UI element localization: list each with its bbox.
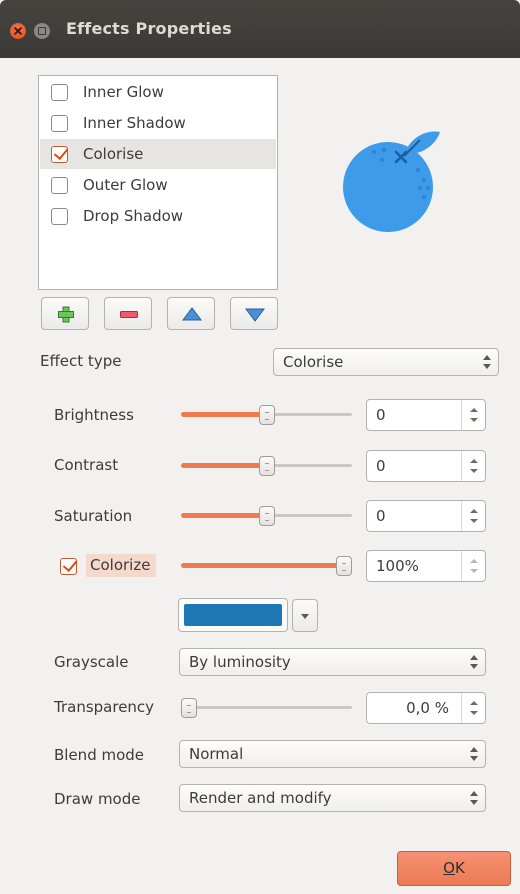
close-icon[interactable] xyxy=(10,23,26,39)
updown-arrows-icon xyxy=(483,355,491,369)
brightness-value: 0 xyxy=(376,406,386,424)
grayscale-value: By luminosity xyxy=(189,653,291,671)
add-effect-button[interactable] xyxy=(41,297,89,330)
colorize-label[interactable]: Colorize xyxy=(86,554,157,577)
slider-track xyxy=(181,706,352,709)
slider-handle[interactable] xyxy=(181,698,197,718)
saturation-value: 0 xyxy=(376,507,386,525)
ok-accelerator: O xyxy=(443,859,455,877)
draw-mode-label: Draw mode xyxy=(54,790,141,808)
list-item-drop-shadow[interactable]: Drop Shadow xyxy=(40,201,276,231)
preview-fruit-icon xyxy=(343,131,440,232)
slider-fill xyxy=(181,463,267,468)
slider-handle[interactable] xyxy=(259,405,275,425)
drop-shadow-checkbox[interactable] xyxy=(51,208,68,225)
colorize-strength-slider[interactable] xyxy=(181,555,352,576)
brightness-spinbox[interactable]: 0 xyxy=(366,399,486,431)
list-item-outer-glow[interactable]: Outer Glow xyxy=(40,170,276,200)
slider-fill xyxy=(181,513,267,518)
effect-preview xyxy=(338,122,448,237)
list-item-label: Inner Shadow xyxy=(83,114,186,132)
list-item-inner-shadow[interactable]: Inner Shadow xyxy=(40,108,276,138)
colorize-strength-spinbox[interactable]: 100% xyxy=(366,550,486,582)
spin-arrows-icon[interactable] xyxy=(461,693,485,723)
saturation-label: Saturation xyxy=(54,507,133,525)
spin-arrows-icon[interactable] xyxy=(461,501,485,531)
move-down-icon xyxy=(245,308,265,322)
transparency-label: Transparency xyxy=(54,698,155,716)
add-icon xyxy=(58,306,74,323)
effects-properties-dialog: Effects Properties Inner Glow Inner Shad… xyxy=(0,0,520,894)
updown-arrows-icon xyxy=(470,791,478,805)
contrast-value: 0 xyxy=(376,457,386,475)
effect-type-combo[interactable]: Colorise xyxy=(273,348,499,376)
color-swatch xyxy=(184,604,282,626)
spin-arrows-icon[interactable] xyxy=(461,400,485,430)
slider-handle[interactable] xyxy=(259,506,275,526)
transparency-value: 0,0 % xyxy=(406,699,449,717)
updown-arrows-icon xyxy=(470,655,478,669)
draw-mode-value: Render and modify xyxy=(189,789,332,807)
title-bar: Effects Properties xyxy=(0,0,520,58)
inner-glow-checkbox[interactable] xyxy=(51,84,68,101)
brightness-label: Brightness xyxy=(54,406,134,424)
saturation-spinbox[interactable]: 0 xyxy=(366,500,486,532)
transparency-slider[interactable] xyxy=(181,697,352,718)
contrast-label: Contrast xyxy=(54,456,119,474)
slider-handle[interactable] xyxy=(336,556,352,576)
draw-mode-combo[interactable]: Render and modify xyxy=(179,784,486,812)
color-button[interactable] xyxy=(178,598,288,632)
updown-arrows-icon xyxy=(470,747,478,761)
move-up-button[interactable] xyxy=(167,297,215,330)
contrast-spinbox[interactable]: 0 xyxy=(366,450,486,482)
contrast-slider[interactable] xyxy=(181,455,352,476)
remove-effect-button[interactable] xyxy=(104,297,152,330)
slider-fill xyxy=(181,563,344,568)
color-menu-button[interactable] xyxy=(292,599,318,632)
blend-mode-value: Normal xyxy=(189,745,244,763)
inner-shadow-checkbox[interactable] xyxy=(51,115,68,132)
ok-button[interactable]: OK xyxy=(397,851,511,886)
saturation-slider[interactable] xyxy=(181,505,352,526)
list-item-label: Drop Shadow xyxy=(83,207,184,225)
minimize-icon[interactable] xyxy=(34,23,50,39)
list-item-label: Colorise xyxy=(83,145,144,163)
effect-type-value: Colorise xyxy=(283,353,344,371)
effects-list[interactable]: Inner Glow Inner Shadow Colorise Outer G… xyxy=(38,75,278,290)
spin-arrows-icon[interactable] xyxy=(461,551,485,581)
grayscale-label: Grayscale xyxy=(54,653,129,671)
slider-fill xyxy=(181,412,267,417)
colorize-checkbox[interactable] xyxy=(60,558,77,575)
effect-type-label: Effect type xyxy=(40,352,122,370)
transparency-spinbox[interactable]: 0,0 % xyxy=(366,692,486,724)
list-item-label: Outer Glow xyxy=(83,176,168,194)
grayscale-combo[interactable]: By luminosity xyxy=(179,648,486,676)
move-up-icon xyxy=(182,307,202,321)
list-item-inner-glow[interactable]: Inner Glow xyxy=(40,77,276,107)
list-item-colorise[interactable]: Colorise xyxy=(40,139,276,169)
colorize-strength-value: 100% xyxy=(376,557,419,575)
colorise-checkbox[interactable] xyxy=(51,146,68,163)
brightness-slider[interactable] xyxy=(181,404,352,425)
slider-handle[interactable] xyxy=(259,456,275,476)
blend-mode-combo[interactable]: Normal xyxy=(179,740,486,768)
list-item-label: Inner Glow xyxy=(83,83,164,101)
ok-label-rest: K xyxy=(454,859,465,877)
outer-glow-checkbox[interactable] xyxy=(51,177,68,194)
blend-mode-label: Blend mode xyxy=(54,746,145,764)
spin-arrows-icon[interactable] xyxy=(461,451,485,481)
remove-icon xyxy=(120,311,138,318)
move-down-button[interactable] xyxy=(230,297,278,330)
window-title: Effects Properties xyxy=(66,19,232,38)
